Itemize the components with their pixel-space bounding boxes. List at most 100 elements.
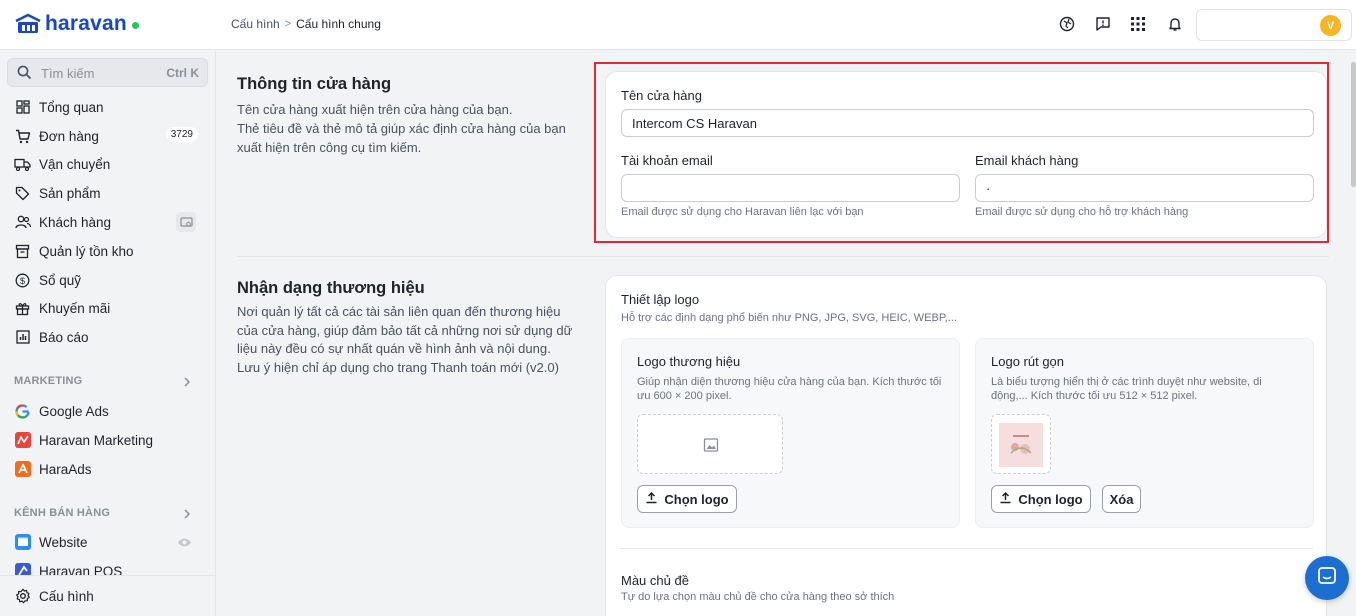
- breadcrumb: Cấu hình > Cấu hình chung: [231, 17, 381, 31]
- brand-identity-desc-line2: Lưu ý hiện chỉ áp dụng cho trang Thanh t…: [237, 359, 559, 375]
- theme-color-title: Màu chủ đề: [621, 573, 689, 588]
- chevron-right-icon[interactable]: [183, 375, 191, 393]
- sidebar-item-label: Sổ quỹ: [39, 272, 82, 288]
- sidebar-item-label: Website: [39, 534, 88, 550]
- scrollbar-thumb[interactable]: [1351, 62, 1356, 187]
- top-header: haravan Cấu hình > Cấu hình chung V: [0, 0, 1356, 50]
- breadcrumb-separator: >: [284, 18, 292, 30]
- search-icon: [17, 65, 32, 85]
- haravan-marketing-icon: [14, 432, 31, 449]
- brand-name: haravan: [45, 12, 127, 35]
- store-info-desc-line1: Tên cửa hàng xuất hiện trên cửa hàng của…: [237, 102, 513, 117]
- sidebar-item-customers[interactable]: Khách hàng: [14, 210, 200, 234]
- sidebar-item-label: Haravan Marketing: [39, 432, 154, 448]
- brand-identity-description: Nơi quản lý tất cả các tài sản liên quan…: [237, 303, 582, 377]
- sidebar-item-website[interactable]: Website: [14, 530, 200, 554]
- search-shortcut: Ctrl K: [166, 66, 199, 80]
- brand-logo-panel: Logo thương hiệu Giúp nhận diện thương h…: [621, 338, 960, 528]
- haravan-logo-icon: [14, 13, 42, 35]
- sidebar-item-label: HaraAds: [39, 461, 92, 477]
- sidebar-item-settings[interactable]: Cấu hình: [14, 584, 200, 608]
- dollar-icon: $: [14, 272, 31, 289]
- breadcrumb-parent[interactable]: Cấu hình: [231, 17, 280, 31]
- logo-setup-description: Hỗ trợ các định dạng phổ biến như PNG, J…: [621, 312, 957, 324]
- short-logo-dropzone[interactable]: [991, 414, 1051, 474]
- sidebar-item-promotions[interactable]: Khuyến mãi: [14, 296, 200, 320]
- gear-icon: [14, 588, 31, 605]
- brand-identity-card: Thiết lập logo Hỗ trợ các định dạng phổ …: [605, 275, 1327, 616]
- sales-channels-section-title[interactable]: KÊNH BÁN HÀNG: [14, 507, 110, 519]
- short-logo-title: Logo rút gọn: [991, 354, 1065, 369]
- brand-logo-choose-button[interactable]: Chọn logo: [637, 485, 737, 513]
- sidebar-item-label: Tổng quan: [39, 99, 104, 115]
- sidebar-item-orders[interactable]: Đơn hàng 3729: [14, 124, 200, 148]
- sidebar-item-label: Khuyến mãi: [39, 300, 111, 316]
- search-placeholder: Tìm kiếm: [41, 66, 95, 81]
- short-logo-image: [999, 423, 1043, 467]
- sidebar-item-cashbook[interactable]: $ Sổ quỹ: [14, 268, 200, 292]
- highlight-box: [594, 62, 1329, 243]
- chat-icon: [1317, 566, 1337, 591]
- sidebar-item-label: Vận chuyển: [39, 156, 111, 172]
- truck-icon: [14, 156, 31, 173]
- cart-icon: [14, 128, 31, 145]
- globe-icon[interactable]: [1057, 14, 1077, 34]
- store-info-title: Thông tin cửa hàng: [237, 75, 392, 93]
- sidebar-item-label: Đơn hàng: [39, 128, 99, 144]
- user-account-menu[interactable]: V: [1196, 9, 1352, 41]
- users-icon: [14, 214, 31, 231]
- brand-identity-title: Nhận dạng thương hiệu: [237, 279, 425, 297]
- image-placeholder-icon: [703, 437, 719, 458]
- apps-grid-icon[interactable]: [1128, 14, 1148, 34]
- sidebar-footer: Cấu hình: [0, 575, 215, 616]
- marketing-section-title[interactable]: MARKETING: [14, 375, 82, 387]
- short-logo-delete-button[interactable]: Xóa: [1102, 485, 1141, 513]
- customer-segment-icon[interactable]: [176, 212, 196, 232]
- sidebar-item-inventory[interactable]: Quản lý tồn kho: [14, 239, 200, 263]
- sidebar-item-label: Báo cáo: [39, 329, 89, 345]
- gift-icon: [14, 300, 31, 317]
- logo-setup-title: Thiết lập logo: [621, 292, 700, 307]
- sidebar-item-label: Google Ads: [39, 403, 109, 419]
- feedback-icon[interactable]: [1093, 14, 1113, 34]
- sidebar-item-haraads[interactable]: HaraAds: [14, 457, 200, 481]
- haraads-icon: [14, 461, 31, 478]
- chat-support-button[interactable]: [1305, 556, 1349, 600]
- sidebar-item-haravan-marketing[interactable]: Haravan Marketing: [14, 428, 200, 452]
- chevron-right-icon[interactable]: [183, 507, 191, 525]
- store-info-desc-line2: Thẻ tiêu đề và thẻ mô tả giúp xác định c…: [237, 121, 566, 155]
- inventory-icon: [14, 243, 31, 260]
- sidebar: Tìm kiếm Ctrl K Tổng quan Đơn hàng 3729 …: [0, 51, 216, 616]
- upload-icon: [645, 491, 658, 507]
- website-icon: [14, 534, 31, 551]
- sidebar-item-label: Sản phẩm: [39, 185, 101, 201]
- order-count-badge: 3729: [165, 127, 198, 142]
- notification-bell-icon[interactable]: [1165, 14, 1185, 34]
- sidebar-item-overview[interactable]: Tổng quan: [14, 95, 200, 119]
- sidebar-item-label: Quản lý tồn kho: [39, 243, 134, 259]
- sidebar-item-google-ads[interactable]: Google Ads: [14, 399, 200, 423]
- avatar: V: [1320, 15, 1341, 36]
- sidebar-item-products[interactable]: Sản phẩm: [14, 181, 200, 205]
- sidebar-item-label: Cấu hình: [39, 588, 94, 604]
- dashboard-icon: [14, 99, 31, 116]
- google-icon: [14, 403, 31, 420]
- section-divider: [237, 256, 1329, 257]
- online-status-dot: [131, 21, 139, 29]
- theme-color-description: Tự do lựa chọn màu chủ đề cho cửa hàng t…: [621, 591, 895, 603]
- short-logo-choose-button[interactable]: Chọn logo: [991, 485, 1091, 513]
- brand-logo-description: Giúp nhận diện thương hiệu cửa hàng của …: [637, 376, 942, 402]
- brand-logo-dropzone[interactable]: [637, 414, 783, 474]
- haravan-logo[interactable]: haravan: [14, 13, 139, 35]
- eye-icon[interactable]: [177, 535, 192, 553]
- search-input[interactable]: Tìm kiếm Ctrl K: [7, 58, 208, 87]
- breadcrumb-current: Cấu hình chung: [296, 17, 381, 31]
- store-info-description: Tên cửa hàng xuất hiện trên cửa hàng của…: [237, 100, 582, 157]
- card-inner-divider: [620, 548, 1313, 549]
- brand-logo-title: Logo thương hiệu: [637, 354, 741, 369]
- short-logo-description: Là biểu tượng hiển thị ở các trình duyệt…: [991, 376, 1262, 402]
- short-logo-panel: Logo rút gọn Là biểu tượng hiển thị ở cá…: [975, 338, 1314, 528]
- sidebar-item-shipping[interactable]: Vận chuyển: [14, 152, 200, 176]
- brand-identity-desc-line1: Nơi quản lý tất cả các tài sản liên quan…: [237, 304, 573, 356]
- sidebar-item-reports[interactable]: Báo cáo: [14, 325, 200, 349]
